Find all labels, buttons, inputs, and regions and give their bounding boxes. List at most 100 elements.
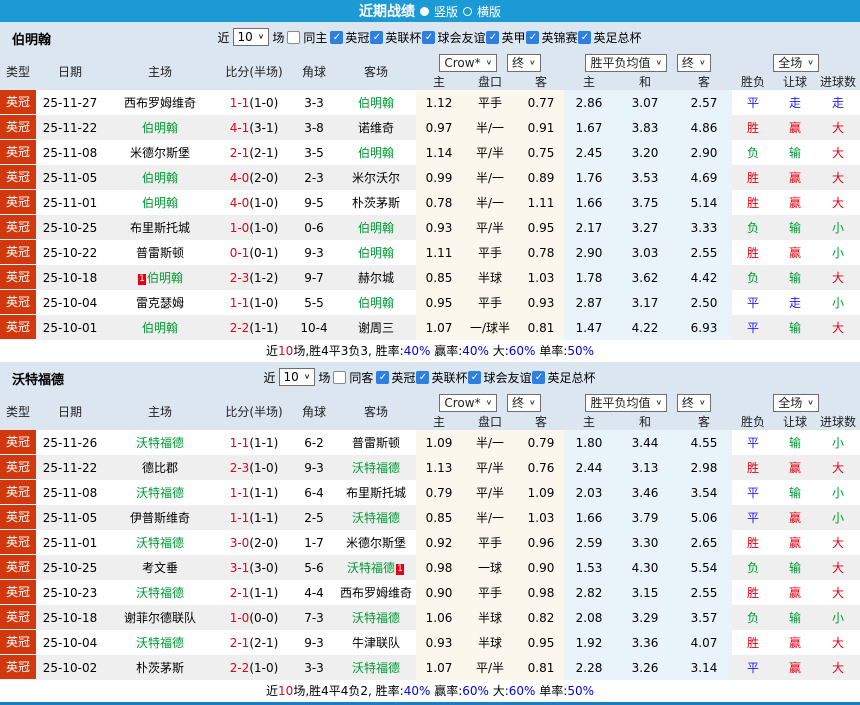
home-team-link[interactable]: 朴茨茅斯 [136,661,184,675]
match-result: 负 [747,221,760,235]
away-team-link[interactable]: 朴茨茅斯 [352,196,400,210]
league-checkbox[interactable]: ✓ [422,30,436,44]
odds-time-select[interactable]: 终 ∨ [507,53,541,72]
home-team-link[interactable]: 伯明翰 [147,271,183,285]
league-badge: 英冠 [0,430,36,454]
team-section-birmingham: 伯明翰 近 10 ∨ 场 同主 ✓ 英冠 ✓ 英联杯 ✓ 球会友谊 ✓ 英甲 ✓ 英锦赛 ✓ 英足总杯 … [0,22,860,362]
away-team-link[interactable]: 米尔沃尔 [352,171,400,185]
avg-draw-odds: 3.36 [614,630,676,655]
league-checkbox[interactable]: ✓ [578,30,592,44]
league-checkbox[interactable]: ✓ [468,370,482,384]
home-team-link[interactable]: 伊普斯维奇 [130,511,190,525]
home-team-link[interactable]: 沃特福德 [136,436,184,450]
league-badge: 英冠 [0,530,36,554]
home-team-link[interactable]: 普雷斯顿 [136,246,184,260]
vertical-radio[interactable] [419,6,429,16]
home-team-link[interactable]: 德比郡 [142,461,178,475]
handicap-result: 赢 [789,636,802,650]
away-team-link[interactable]: 普雷斯顿 [352,436,400,450]
league-checkbox[interactable]: ✓ [330,30,344,44]
home-team-link[interactable]: 布里斯托城 [130,221,190,235]
away-team-link[interactable]: 米德尔斯堡 [346,536,406,550]
league-checkbox-label: 英足总杯 [593,30,642,45]
home-team-cell: 伊普斯维奇 [104,505,216,530]
scope-select[interactable]: 全场 ∨ [773,53,819,72]
odds-time-select[interactable]: 终 ∨ [507,393,541,412]
score-cell: 2-1(2-1) [216,630,292,655]
sub-col-avg-draw: 和 [638,75,651,89]
away-team-link[interactable]: 谢周三 [358,321,394,335]
avg-home-odds: 2.87 [564,290,614,315]
home-team-link[interactable]: 谢菲尔德联队 [124,611,196,625]
away-team-link[interactable]: 伯明翰 [358,146,394,160]
away-team-link[interactable]: 伯明翰 [358,221,394,235]
league-checkbox[interactable]: ✓ [376,370,390,384]
section-header: 沃特福德 近 10 ∨ 场 同客 ✓ 英冠 ✓ 英联杯 ✓ 球会友谊 ✓ 英足总杯 [0,362,860,392]
home-team-cell: 伯明翰 [104,190,216,215]
away-team-link[interactable]: 伯明翰 [358,246,394,260]
away-team-link[interactable]: 沃特福德 [352,611,400,625]
home-team-link[interactable]: 考文垂 [142,561,178,575]
summary-line: 近10场,胜4平3负3, 胜率:40% 赢率:40% 大:60% 单率:50% [0,340,860,362]
scope-select[interactable]: 全场 ∨ [773,393,819,412]
corner-score: 5-5 [304,295,324,310]
home-team-link[interactable]: 伯明翰 [142,121,178,135]
home-team-link[interactable]: 伯明翰 [142,196,178,210]
away-team-link[interactable]: 西布罗姆维奇 [340,586,412,600]
league-checkbox[interactable]: ✓ [486,30,500,44]
same-venue-checkbox[interactable] [287,30,301,44]
away-team-link[interactable]: 赫尔城 [358,271,394,285]
handicap-line: 平/半 [462,480,518,505]
score-cell: 0-1(0-1) [216,240,292,265]
vertical-radio-label[interactable]: 竖版 [434,3,458,20]
avg-time-select[interactable]: 终 ∨ [676,393,711,412]
same-venue-checkbox[interactable] [333,370,347,384]
home-team-link[interactable]: 雷克瑟姆 [136,296,184,310]
league-checkbox[interactable]: ✓ [416,370,430,384]
goals-result: 大 [832,661,845,675]
home-team-link[interactable]: 沃特福德 [136,586,184,600]
sub-col-handicap-result: 让球 [783,415,808,429]
away-team-link[interactable]: 伯明翰 [358,96,394,110]
goals-result: 大 [832,121,845,135]
league-type-cell: 英冠 [0,140,36,165]
handicap-line: 平手 [462,90,518,115]
away-team-link[interactable]: 沃特福德 [347,561,395,575]
match-result: 平 [747,436,760,450]
recent-count-select[interactable]: 10 ∨ [278,368,316,386]
away-team-link[interactable]: 牛津联队 [352,636,400,650]
home-team-link[interactable]: 西布罗姆维奇 [124,96,196,110]
away-team-link[interactable]: 沃特福德 [352,461,400,475]
handicap-away-odds: 0.90 [518,555,564,580]
handicap-home-odds: 0.95 [416,290,462,315]
home-team-link[interactable]: 伯明翰 [142,321,178,335]
horizontal-radio[interactable] [463,6,472,16]
away-team-link[interactable]: 伯明翰 [358,296,394,310]
avg-odds-select[interactable]: 胜平负均值 ∨ [585,393,668,412]
away-team-link[interactable]: 诺维奇 [358,121,394,135]
match-date: 25-10-25 [42,560,98,575]
away-team-link[interactable]: 布里斯托城 [346,486,406,500]
home-team-link[interactable]: 沃特福德 [136,536,184,550]
league-checkbox[interactable]: ✓ [370,30,384,44]
avg-time-select[interactable]: 终 ∨ [676,53,711,72]
table-row: 英冠 25-11-08 米德尔斯堡 2-1(2-1) 3-5 伯明翰 1.14 平/半 0.75… [0,140,860,165]
match-date: 25-11-08 [42,145,98,160]
home-team-link[interactable]: 伯明翰 [142,171,178,185]
horizontal-radio-label[interactable]: 横版 [477,3,501,20]
home-team-link[interactable]: 沃特福德 [136,636,184,650]
avg-draw-odds: 3.07 [614,90,676,115]
league-checkbox[interactable]: ✓ [532,370,546,384]
league-checkbox[interactable]: ✓ [526,30,540,44]
home-team-link[interactable]: 沃特福德 [136,486,184,500]
odds-company-select[interactable]: Crow* ∨ [439,393,498,412]
away-team-link[interactable]: 沃特福德 [352,661,400,675]
home-team-link[interactable]: 米德尔斯堡 [130,146,190,160]
away-team-link[interactable]: 沃特福德 [352,511,400,525]
corner-score: 9-3 [304,245,324,260]
odds-company-select[interactable]: Crow* ∨ [439,53,498,72]
avg-odds-select[interactable]: 胜平负均值 ∨ [585,53,668,72]
recent-count-select[interactable]: 10 ∨ [232,28,270,46]
chevron-down-icon: ∨ [807,398,814,407]
handicap-away-odds: 0.89 [518,165,564,190]
